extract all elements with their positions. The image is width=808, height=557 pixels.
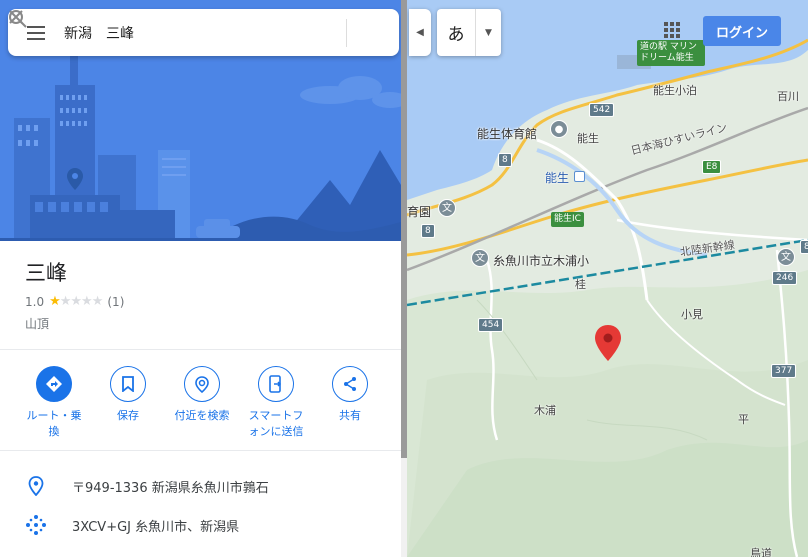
route-shield: 542 bbox=[589, 103, 615, 117]
search-box bbox=[8, 9, 399, 56]
chevron-left-icon: ◀ bbox=[416, 27, 424, 38]
search-icon[interactable] bbox=[9, 9, 346, 56]
route-shield: 8 bbox=[498, 153, 512, 167]
send-to-phone-button[interactable]: スマートフォンに送信 bbox=[244, 366, 308, 440]
rating-row: 1.0 ★★★★★ (1) bbox=[25, 294, 124, 309]
place-category[interactable]: 山頂 bbox=[25, 315, 49, 332]
map-label-kiura-school[interactable]: 糸魚川市立木浦小 bbox=[493, 252, 589, 269]
plus-code-row[interactable]: 3XCV+GJ 糸魚川市、新潟県 bbox=[0, 505, 401, 545]
save-label: 保存 bbox=[117, 409, 139, 422]
route-shield: 8 bbox=[421, 224, 435, 238]
panel-scrollbar-thumb[interactable] bbox=[401, 0, 407, 458]
map-label-ikuen[interactable]: 育園 bbox=[407, 203, 431, 220]
divider bbox=[0, 450, 401, 451]
map-graphic bbox=[407, 0, 808, 557]
directions-button[interactable]: ルート・乗換 bbox=[22, 366, 86, 440]
chevron-down-icon[interactable]: ▼ bbox=[476, 28, 501, 38]
login-button[interactable]: ログイン bbox=[703, 16, 781, 46]
address-row[interactable]: 〒949-1336 新潟県糸魚川市鶉石 bbox=[0, 466, 401, 506]
hero-illustration bbox=[0, 0, 401, 241]
map-label-torimichi: 鳥道 bbox=[750, 547, 772, 557]
share-icon bbox=[332, 366, 368, 402]
map-label-momokawa[interactable]: 百川 bbox=[777, 88, 799, 104]
send-to-phone-icon bbox=[258, 366, 294, 402]
plus-code-icon bbox=[0, 514, 72, 536]
share-label: 共有 bbox=[339, 409, 361, 422]
map-label-nou[interactable]: 能生 bbox=[577, 130, 599, 146]
send-to-phone-label: スマートフォンに送信 bbox=[248, 409, 304, 438]
divider bbox=[0, 349, 401, 350]
school-icon[interactable]: 文 bbox=[438, 199, 456, 217]
apps-grid-icon[interactable] bbox=[664, 22, 680, 38]
route-shield: 246 bbox=[772, 271, 798, 285]
map-label-taira: 平 bbox=[738, 413, 749, 426]
map-label-michi-no-eki[interactable]: 道の駅 マリンドリーム能生 bbox=[637, 40, 705, 66]
expressway-shield: E8 bbox=[702, 160, 722, 174]
map-label-nou-kohaku[interactable]: 能生小泊 bbox=[653, 82, 697, 98]
route-shield: 454 bbox=[478, 318, 504, 332]
bookmark-icon bbox=[110, 366, 146, 402]
star-rating-icon: ★★★★★ bbox=[49, 294, 103, 309]
school-icon[interactable]: 文 bbox=[777, 248, 795, 266]
nearby-button[interactable]: 付近を検索 bbox=[170, 366, 234, 440]
share-button[interactable]: 共有 bbox=[318, 366, 382, 440]
rating-value: 1.0 bbox=[25, 294, 45, 309]
train-station-icon[interactable] bbox=[574, 171, 585, 182]
nearby-label: 付近を検索 bbox=[174, 409, 230, 422]
directions-icon bbox=[36, 366, 72, 402]
map-label-kiura: 木浦 bbox=[534, 404, 556, 417]
place-title: 三峰 bbox=[25, 261, 67, 285]
map-canvas[interactable]: 道の駅 マリンドリーム能生 能生小泊 百川 能生体育館 ● 能生 能生 日本海ひ… bbox=[407, 0, 808, 557]
address-text: 〒949-1336 新潟県糸魚川市鶉石 bbox=[72, 480, 269, 496]
route-shield: 377 bbox=[771, 364, 797, 378]
route-shield: 8 bbox=[800, 240, 808, 254]
place-panel: 三峰 1.0 ★★★★★ (1) 山頂 ルート・乗換 保存 付近を検索 bbox=[0, 0, 407, 557]
collapse-panel-button[interactable]: ◀ bbox=[409, 9, 431, 56]
map-label-katsura: 桂 bbox=[575, 278, 586, 291]
close-icon[interactable] bbox=[9, 9, 399, 56]
ime-selector[interactable]: あ ▼ bbox=[437, 9, 501, 56]
directions-label: ルート・乗換 bbox=[26, 409, 82, 438]
search-input[interactable] bbox=[64, 9, 306, 56]
gym-pin-icon[interactable]: ● bbox=[550, 120, 568, 138]
save-button[interactable]: 保存 bbox=[96, 366, 160, 440]
map-label-nou-ic[interactable]: 能生IC bbox=[551, 212, 584, 227]
review-count[interactable]: (1) bbox=[107, 295, 124, 309]
location-pin-icon bbox=[0, 476, 72, 496]
map-label-nou-station[interactable]: 能生 bbox=[545, 169, 569, 186]
ime-mode-label[interactable]: あ bbox=[437, 20, 475, 45]
map-label-nou-gym[interactable]: 能生体育館 bbox=[477, 125, 537, 142]
nearby-icon bbox=[184, 366, 220, 402]
plus-code-text: 3XCV+GJ 糸魚川市、新潟県 bbox=[72, 519, 240, 535]
school-icon[interactable]: 文 bbox=[471, 249, 489, 267]
action-bar: ルート・乗換 保存 付近を検索 スマートフォンに送信 共有 bbox=[22, 366, 382, 440]
map-label-komi: 小見 bbox=[681, 308, 703, 321]
